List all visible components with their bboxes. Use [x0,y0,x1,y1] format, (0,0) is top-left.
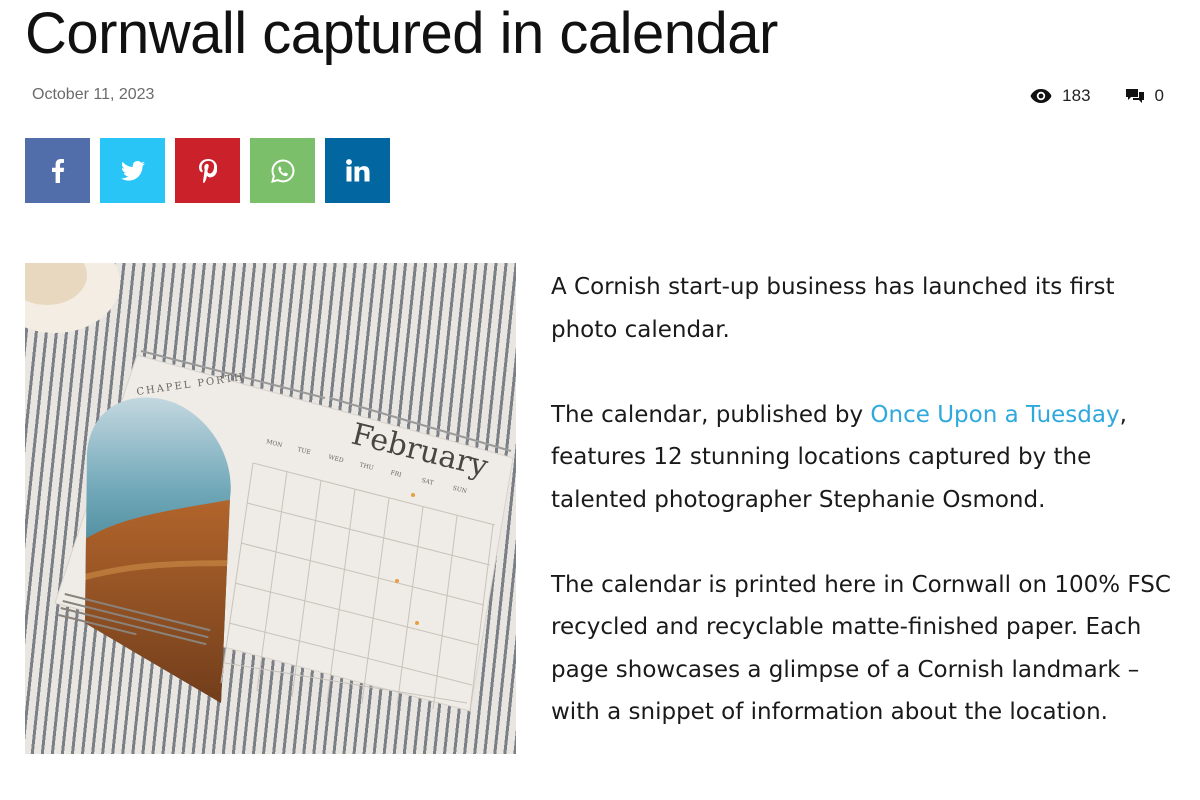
linkedin-icon [345,159,370,182]
share-whatsapp-button[interactable] [250,138,315,203]
article-body: A Cornish start-up business has launched… [551,266,1181,776]
whatsapp-icon [270,158,295,183]
article-paragraph: The calendar, published by Once Upon a T… [551,394,1181,522]
article-paragraph: The calendar is printed here in Cornwall… [551,571,1171,726]
publish-date: October 11, 2023 [32,86,155,103]
share-buttons [25,138,390,203]
pinterest-icon [198,158,217,183]
facebook-icon [51,158,65,183]
article-image: CHAPEL PORTH February MON TUE WED THU FR… [25,263,516,754]
share-twitter-button[interactable] [100,138,165,203]
comments-count: 0 [1154,86,1164,105]
share-facebook-button[interactable] [25,138,90,203]
views-count: 183 [1062,86,1091,105]
article-title: Cornwall captured in calendar [25,1,778,66]
article-stats: 183 0 [1030,86,1164,106]
publisher-link[interactable]: Once Upon a Tuesday [870,402,1119,428]
views-counter: 183 [1030,86,1091,106]
twitter-icon [120,160,145,181]
eye-icon [1030,88,1052,104]
share-linkedin-button[interactable] [325,138,390,203]
paragraph-text: The calendar, published by [551,401,871,428]
comments-icon [1125,88,1145,104]
article-paragraph: A Cornish start-up business has launched… [551,274,1115,343]
comments-counter[interactable]: 0 [1125,86,1164,106]
share-pinterest-button[interactable] [175,138,240,203]
